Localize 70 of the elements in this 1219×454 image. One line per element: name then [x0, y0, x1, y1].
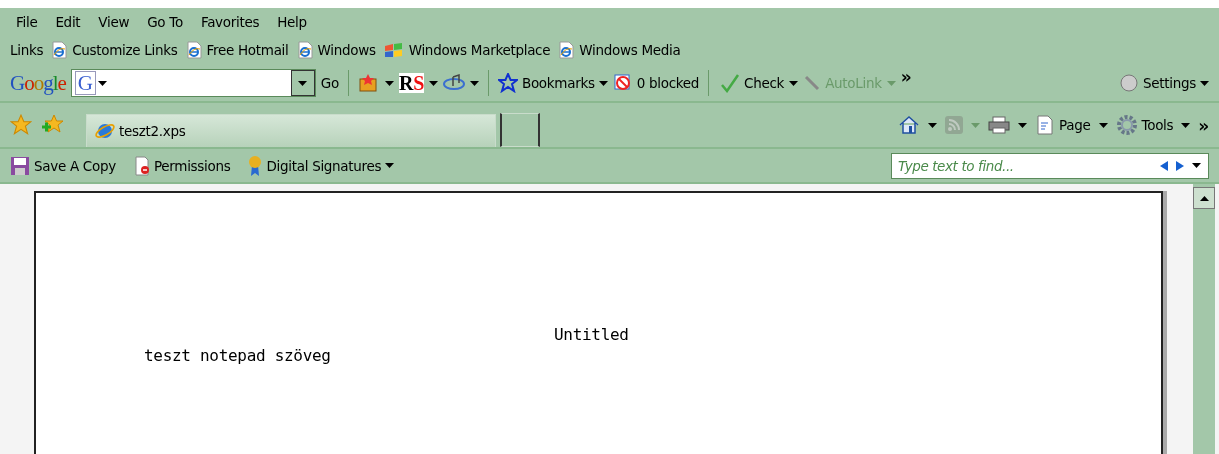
menu-item[interactable]: View	[92, 13, 142, 30]
print-button[interactable]	[988, 116, 1011, 134]
caret-icon[interactable]	[1098, 122, 1108, 128]
google-logo[interactable]: Google	[10, 70, 66, 96]
ribbon-icon	[248, 154, 263, 177]
go-button[interactable]: Go	[320, 75, 339, 91]
round-button-icon	[1119, 73, 1139, 93]
caret-icon[interactable]	[928, 122, 938, 128]
search-field[interactable]: G	[70, 69, 316, 97]
page-icon	[296, 41, 313, 59]
page-icon	[51, 41, 68, 59]
caret-icon[interactable]	[384, 80, 394, 86]
link[interactable]: Free Hotmail	[185, 41, 289, 59]
tools-button[interactable]: Tools	[1115, 114, 1174, 136]
settings-button[interactable]: Settings	[1119, 73, 1209, 93]
caret-icon[interactable]	[97, 80, 107, 86]
document-icon	[133, 155, 150, 176]
page-button[interactable]: Page	[1035, 115, 1091, 135]
windows-flag-icon	[383, 42, 404, 58]
next-icon[interactable]	[1176, 160, 1184, 171]
checkmark-icon	[718, 73, 741, 93]
rs-logo[interactable]: RS	[398, 73, 424, 93]
document-icon	[1035, 115, 1056, 135]
search-engine-logo[interactable]: G	[74, 71, 96, 95]
caret-icon[interactable]	[1192, 163, 1201, 168]
new-tab-button[interactable]	[500, 113, 540, 147]
caret-icon[interactable]	[1181, 122, 1191, 128]
document-title: Untitled	[554, 325, 629, 344]
document-text: teszt notepad szöveg	[144, 346, 331, 365]
star-icon	[497, 73, 518, 93]
menu-item[interactable]: Help	[271, 13, 319, 30]
link[interactable]: Windows	[296, 41, 376, 59]
links-label: Links	[10, 42, 44, 58]
previous-icon[interactable]	[1160, 160, 1168, 171]
favorites-star-icon[interactable]	[10, 114, 32, 136]
page-icon	[185, 41, 202, 59]
browser-tab[interactable]: teszt2.xps	[86, 114, 496, 147]
menu-item[interactable]: Favorites	[194, 13, 272, 30]
more-button[interactable]: »	[1198, 116, 1209, 136]
caret-icon[interactable]	[428, 80, 438, 86]
caret-icon[interactable]	[469, 80, 479, 86]
link[interactable]: Windows Marketplace	[383, 42, 551, 58]
caret-icon[interactable]	[1018, 122, 1028, 128]
popup-blocker-button[interactable]: 0 blocked	[612, 73, 700, 93]
caret-icon[interactable]	[789, 80, 799, 86]
save-copy-button[interactable]: Save A Copy	[10, 155, 116, 176]
home-button[interactable]	[898, 115, 921, 135]
dropdown-button[interactable]	[290, 70, 315, 96]
gear-icon	[1115, 114, 1138, 136]
link[interactable]: Windows Media	[558, 41, 681, 59]
caret-icon[interactable]	[385, 163, 395, 168]
menu-item[interactable]: Edit	[49, 13, 93, 30]
scroll-up-button[interactable]	[1193, 187, 1215, 209]
caret-icon[interactable]	[1200, 80, 1209, 86]
more-button[interactable]: »	[900, 67, 912, 87]
scrollbar[interactable]	[1193, 184, 1215, 454]
menu-item[interactable]: File	[10, 13, 50, 30]
bookmarks-button[interactable]: Bookmarks	[497, 73, 608, 93]
menu-item[interactable]: Go To	[141, 13, 195, 30]
page-icon	[558, 41, 575, 59]
up-arrow-icon	[1199, 195, 1209, 201]
blocked-icon	[612, 73, 633, 93]
globe-icon	[95, 121, 115, 141]
caret-icon[interactable]	[298, 80, 308, 86]
spell-check-button[interactable]: Check	[718, 73, 785, 93]
caret-icon[interactable]	[598, 80, 608, 86]
link[interactable]: Customize Links	[51, 41, 178, 59]
digital-signatures-button[interactable]: Digital Signatures	[248, 154, 395, 177]
permissions-button[interactable]: Permissions	[133, 155, 231, 176]
find-field[interactable]: Type text to find...	[891, 152, 1209, 179]
